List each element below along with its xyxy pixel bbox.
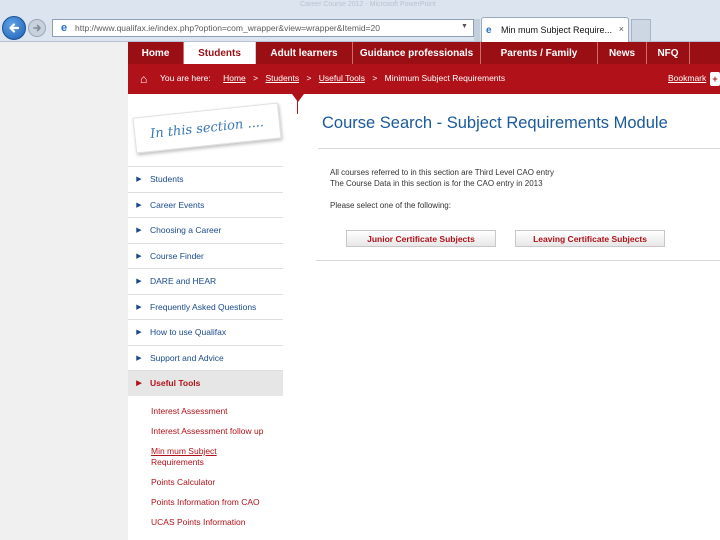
selection-prompt: Please select one of the following:	[330, 201, 451, 210]
browser-chrome: Career Course 2012 - Microsoft PowerPoin…	[0, 0, 720, 42]
junior-certificate-button[interactable]: Junior Certificate Subjects	[346, 230, 496, 247]
sidebar-item-label: Useful Tools	[150, 378, 201, 389]
submenu-minimum-subject-requirements[interactable]: Min mum Subject Requirements	[151, 446, 283, 468]
sidebar-item-useful-tools[interactable]: ▶ Useful Tools	[128, 370, 283, 396]
content-divider	[316, 260, 720, 261]
window-title: Career Course 2012 - Microsoft PowerPoin…	[300, 1, 436, 8]
breadcrumb-separator: >	[372, 73, 378, 83]
page-gutter	[0, 42, 128, 540]
tab-close-icon[interactable]: ×	[619, 24, 624, 34]
sidebar-item-dare-and-hear[interactable]: ▶ DARE and HEAR	[128, 268, 283, 294]
nav-nfq[interactable]: NFQ	[647, 42, 690, 64]
ie-page-icon: e	[60, 22, 68, 34]
share-icon[interactable]: +	[710, 72, 720, 86]
in-this-section-card: In this section ....	[132, 102, 282, 154]
chevron-right-icon: ▶	[136, 227, 142, 235]
breadcrumb-current: Minimum Subject Requirements	[384, 73, 506, 83]
home-icon: ⌂	[140, 72, 148, 86]
new-tab-button[interactable]	[631, 19, 651, 41]
address-bar[interactable]: e http://www.qualifax.ie/index.php?optio…	[52, 19, 474, 37]
side-menu: ▶ Students ▶ Career Events ▶ Choosing a …	[128, 166, 283, 396]
submenu-points-calculator[interactable]: Points Calculator	[151, 477, 283, 488]
tab-divider	[474, 19, 480, 41]
sidebar-item-label: Frequently Asked Questions	[150, 301, 257, 312]
sidebar-item-label: Course Finder	[150, 250, 204, 261]
submenu-item-line: Requirements	[151, 457, 204, 467]
submenu-interest-assessment-follow-up[interactable]: Interest Assessment follow up	[151, 426, 283, 437]
intro-text-line2: The Course Data in this section is for t…	[330, 179, 543, 188]
breadcrumb-bar: ⌂ You are here: Home > Students > Useful…	[128, 64, 720, 94]
submenu-points-information-from-cao[interactable]: Points Information from CAO	[151, 497, 283, 508]
sidebar-item-label: How to use Qualifax	[150, 327, 227, 338]
back-arrow-icon	[9, 23, 20, 33]
leaving-certificate-button[interactable]: Leaving Certificate Subjects	[515, 230, 665, 247]
nav-students[interactable]: Students	[184, 42, 256, 64]
chevron-right-icon: ▶	[136, 354, 142, 362]
address-dropdown-icon[interactable]: ▼	[461, 23, 471, 33]
breadcrumb-separator: >	[253, 73, 259, 83]
nav-news[interactable]: News	[598, 42, 647, 64]
bookmark-link[interactable]: Bookmark	[668, 73, 706, 83]
browser-tab-active[interactable]: e Min mum Subject Require... ×	[481, 17, 629, 42]
tab-label: Min mum Subject Require...	[501, 25, 613, 35]
breadcrumb-separator: >	[306, 73, 312, 83]
sidebar-item-career-events[interactable]: ▶ Career Events	[128, 191, 283, 218]
back-button[interactable]	[2, 16, 26, 40]
nav-parents-family[interactable]: Parents / Family	[481, 42, 598, 64]
sidebar-item-support-and-advice[interactable]: ▶ Support and Advice	[128, 344, 283, 371]
sidebar-item-choosing-a-career[interactable]: ▶ Choosing a Career	[128, 217, 283, 243]
title-divider	[318, 148, 720, 149]
chevron-right-icon: ▶	[136, 176, 142, 184]
submenu-interest-assessment[interactable]: Interest Assessment	[151, 406, 283, 417]
chevron-right-icon: ▶	[136, 201, 142, 209]
sidebar-item-label: Choosing a Career	[150, 225, 222, 236]
breadcrumb: You are here: Home > Students > Useful T…	[160, 73, 505, 83]
chevron-right-icon: ▶	[136, 278, 142, 286]
forward-button[interactable]	[28, 19, 46, 37]
sidebar-item-label: DARE and HEAR	[150, 276, 217, 287]
intro-text-line1: All courses referred to in this section …	[330, 168, 554, 177]
tab-page-icon: e	[486, 24, 492, 36]
sidebar-item-label: Career Events	[150, 199, 205, 210]
submenu-ucas-points-information[interactable]: UCAS Points Information	[151, 517, 283, 528]
chevron-right-icon: ▶	[136, 380, 142, 388]
sidebar-item-faq[interactable]: ▶ Frequently Asked Questions	[128, 293, 283, 320]
forward-arrow-icon	[33, 24, 41, 32]
sidebar-item-course-finder[interactable]: ▶ Course Finder	[128, 242, 283, 269]
nav-adult-learners[interactable]: Adult learners	[256, 42, 353, 64]
breadcrumb-prefix: You are here:	[160, 73, 211, 83]
sidebar-item-students[interactable]: ▶ Students	[128, 166, 283, 192]
section-notch	[292, 94, 304, 102]
nav-home[interactable]: Home	[128, 42, 184, 64]
useful-tools-submenu: Interest Assessment Interest Assessment …	[151, 406, 283, 537]
in-this-section-heading: In this section ....	[149, 114, 265, 142]
sidebar-item-label: Support and Advice	[150, 352, 224, 363]
nav-guidance-professionals[interactable]: Guidance professionals	[353, 42, 481, 64]
browser-titlebar: Career Course 2012 - Microsoft PowerPoin…	[0, 0, 720, 14]
breadcrumb-home[interactable]: Home	[223, 73, 246, 83]
site-nav: Home Students Adult learners Guidance pr…	[128, 42, 720, 64]
breadcrumb-students[interactable]: Students	[266, 73, 300, 83]
page-title: Course Search - Subject Requirements Mod…	[322, 114, 668, 132]
sidebar-item-label: Students	[150, 174, 184, 185]
chevron-right-icon: ▶	[136, 252, 142, 260]
sidebar-item-how-to-use-qualifax[interactable]: ▶ How to use Qualifax	[128, 319, 283, 345]
left-sidebar: In this section .... ▶ Students ▶ Career…	[128, 94, 283, 540]
address-url[interactable]: http://www.qualifax.ie/index.php?option=…	[75, 23, 405, 33]
section-divider	[297, 100, 298, 114]
breadcrumb-useful-tools[interactable]: Useful Tools	[319, 73, 365, 83]
chevron-right-icon: ▶	[136, 329, 142, 337]
chevron-right-icon: ▶	[136, 303, 142, 311]
submenu-item-line: Min mum Subject	[151, 446, 217, 456]
